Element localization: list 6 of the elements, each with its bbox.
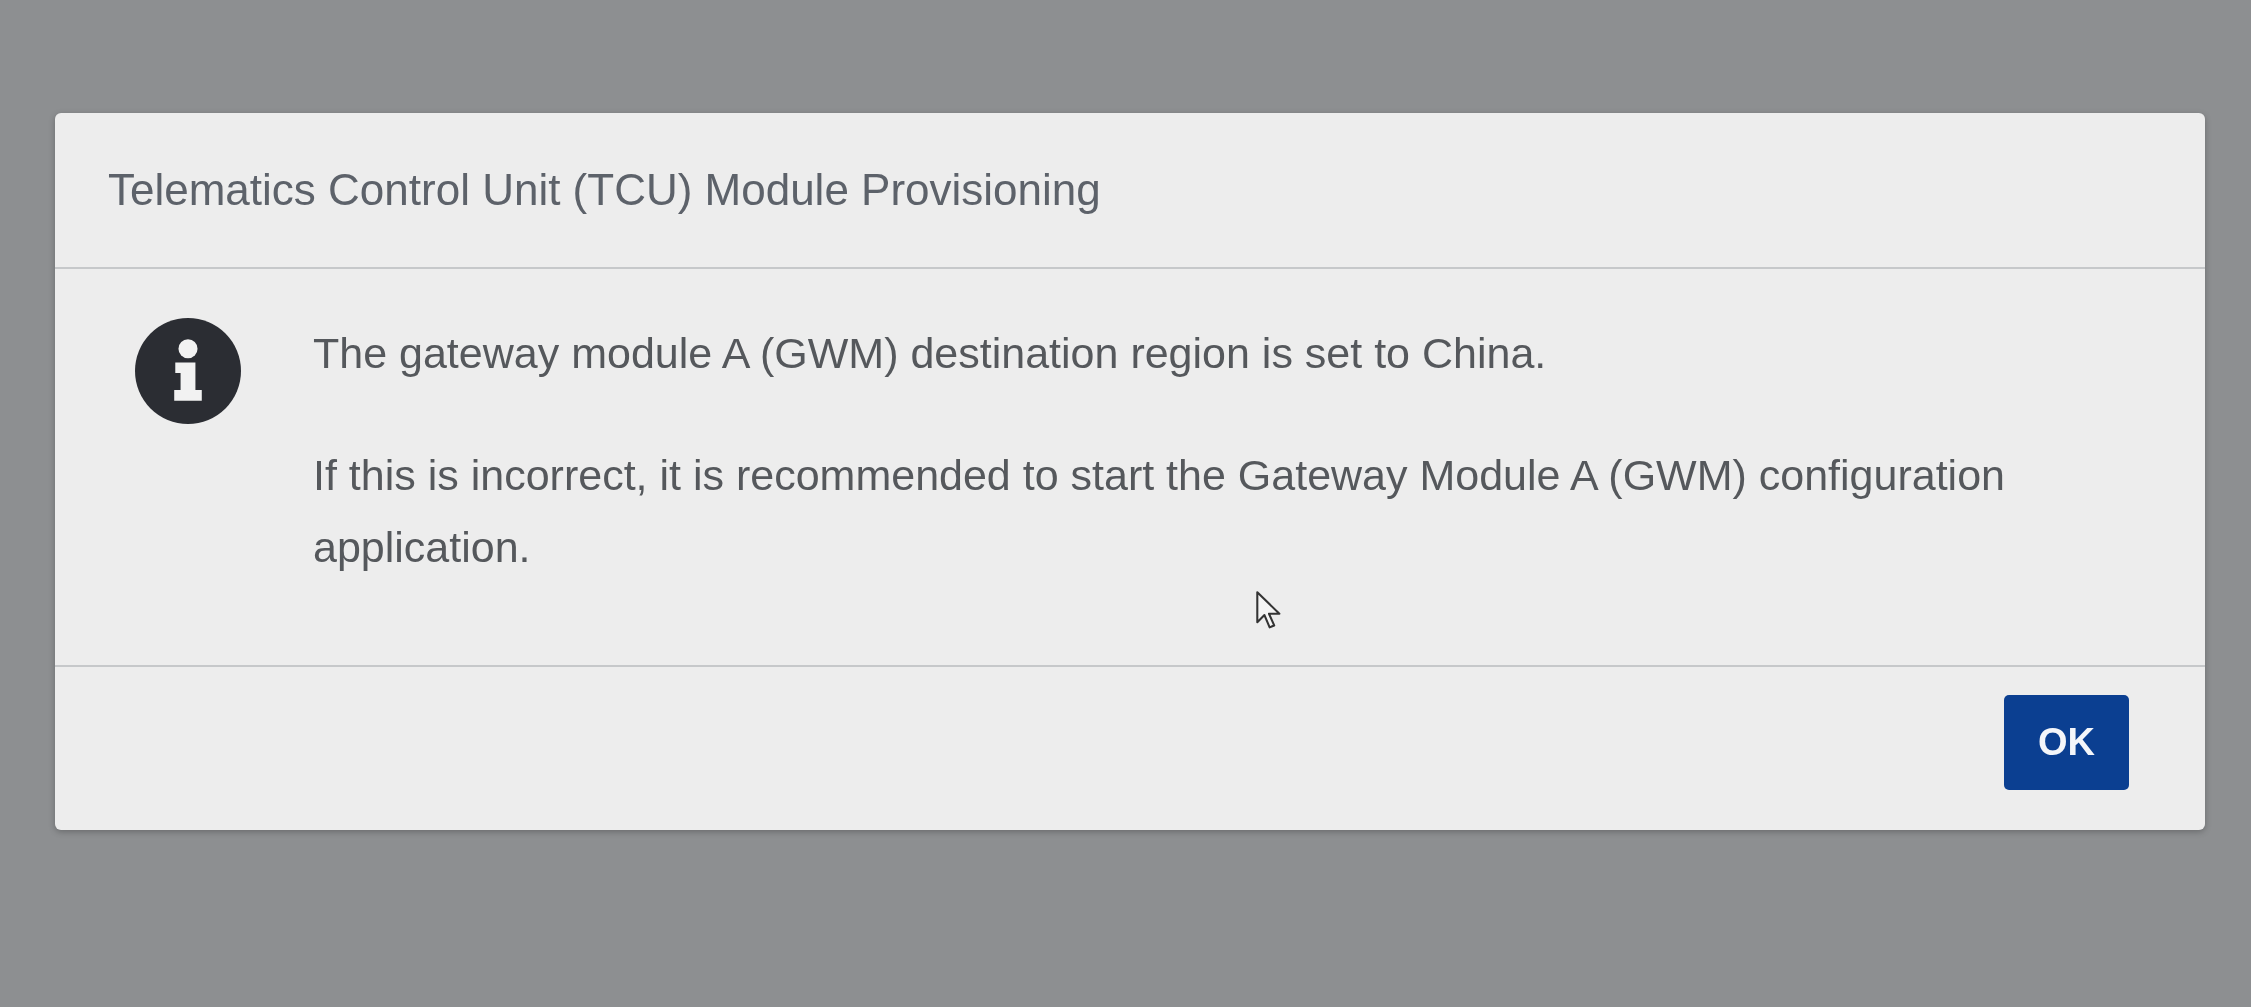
mouse-pointer-icon [1256, 591, 1282, 630]
dialog-title: Telematics Control Unit (TCU) Module Provisioning [108, 165, 1101, 215]
ok-button[interactable]: OK [2004, 695, 2129, 790]
message-text: The gateway module A (GWM) destination region is set to China. [313, 328, 1548, 379]
info-icon [135, 318, 241, 424]
message-text: If this is incorrect, it is recommended to start the Gateway Module A (GWM) configuration application. [313, 450, 2006, 573]
